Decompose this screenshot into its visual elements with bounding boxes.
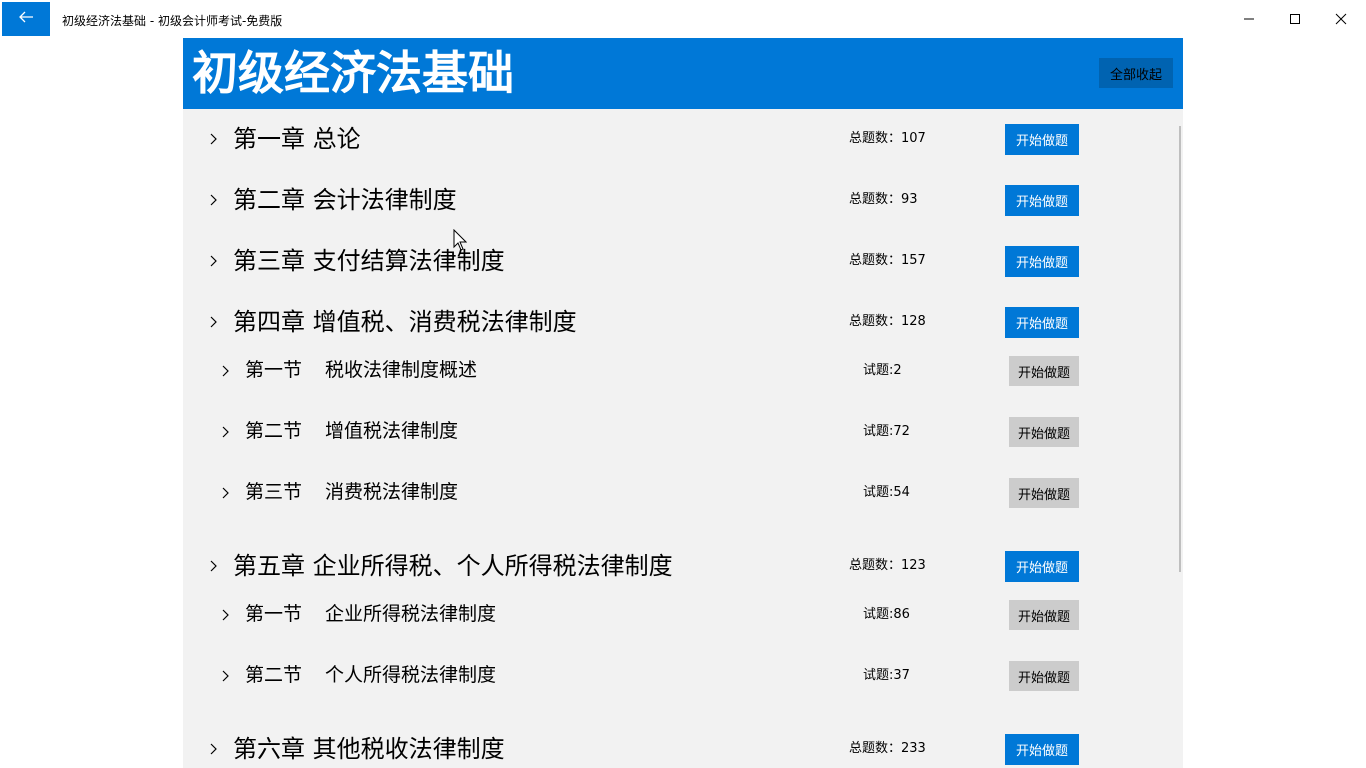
section-question-count: 试题:54 bbox=[863, 485, 910, 500]
chevron-right-icon[interactable] bbox=[209, 253, 221, 267]
chapter-question-count: 总题数：123 bbox=[849, 558, 926, 573]
chevron-right-icon[interactable] bbox=[221, 424, 233, 438]
start-practice-button[interactable]: 开始做题 bbox=[1009, 600, 1079, 630]
start-practice-button[interactable]: 开始做题 bbox=[1009, 417, 1079, 447]
start-practice-button[interactable]: 开始做题 bbox=[1005, 124, 1079, 155]
section-question-count: 试题:2 bbox=[863, 363, 902, 378]
chapter-row[interactable]: 第三章 支付结算法律制度 总题数：157 开始做题 bbox=[183, 242, 1183, 282]
start-practice-button[interactable]: 开始做题 bbox=[1009, 661, 1079, 691]
chapter-row[interactable]: 第五章 企业所得税、个人所得税法律制度 总题数：123 开始做题 bbox=[183, 547, 1183, 587]
chapter-question-count: 总题数：157 bbox=[849, 253, 926, 268]
chevron-right-icon[interactable] bbox=[209, 741, 221, 755]
arrow-left-icon bbox=[18, 9, 34, 29]
chapter-title: 第六章 其他税收法律制度 bbox=[233, 735, 505, 763]
chevron-right-icon[interactable] bbox=[209, 314, 221, 328]
section-row[interactable]: 第一节 税收法律制度概述 试题:2 开始做题 bbox=[183, 352, 1183, 392]
chevron-right-icon[interactable] bbox=[209, 131, 221, 145]
section-question-count: 试题:86 bbox=[863, 607, 910, 622]
section-number: 第一节 bbox=[245, 359, 303, 381]
collapse-all-button[interactable]: 全部收起 bbox=[1099, 58, 1173, 88]
chapter-title: 第五章 企业所得税、个人所得税法律制度 bbox=[233, 552, 673, 580]
section-number: 第一节 bbox=[245, 603, 303, 625]
maximize-button[interactable] bbox=[1272, 0, 1318, 38]
chapter-title: 第四章 增值税、消费税法律制度 bbox=[233, 308, 577, 336]
start-practice-button[interactable]: 开始做题 bbox=[1005, 246, 1079, 277]
chapter-question-count: 总题数：107 bbox=[849, 131, 926, 146]
chapter-row[interactable]: 第二章 会计法律制度 总题数：93 开始做题 bbox=[183, 181, 1183, 221]
chapter-row[interactable]: 第六章 其他税收法律制度 总题数：233 开始做题 bbox=[183, 730, 1183, 768]
chapter-row[interactable]: 第一章 总论 总题数：107 开始做题 bbox=[183, 120, 1183, 160]
section-title: 企业所得税法律制度 bbox=[325, 603, 497, 625]
chapter-title: 第一章 总论 bbox=[233, 125, 361, 153]
start-practice-button[interactable]: 开始做题 bbox=[1005, 551, 1079, 582]
section-title: 个人所得税法律制度 bbox=[325, 664, 497, 686]
chapter-list-panel: 初级经济法基础 全部收起 第一章 总论 总题数：107 开始做题 第二章 会计法… bbox=[183, 38, 1183, 768]
mouse-pointer-icon bbox=[453, 228, 468, 251]
chapter-title: 第二章 会计法律制度 bbox=[233, 186, 457, 214]
chevron-right-icon[interactable] bbox=[209, 558, 221, 572]
chapter-question-count: 总题数：233 bbox=[849, 741, 926, 756]
window-title: 初级经济法基础 - 初级会计师考试-免费版 bbox=[62, 14, 283, 28]
page-title: 初级经济法基础 bbox=[192, 46, 514, 100]
section-title: 增值税法律制度 bbox=[325, 420, 459, 442]
chevron-right-icon[interactable] bbox=[221, 363, 233, 377]
chevron-right-icon[interactable] bbox=[221, 668, 233, 682]
section-row[interactable]: 第三节 消费税法律制度 试题:54 开始做题 bbox=[183, 474, 1183, 514]
section-number: 第二节 bbox=[245, 664, 303, 686]
start-practice-button[interactable]: 开始做题 bbox=[1005, 307, 1079, 338]
close-button[interactable] bbox=[1318, 0, 1364, 38]
chapter-question-count: 总题数：93 bbox=[849, 192, 918, 207]
minimize-icon bbox=[1243, 10, 1255, 29]
section-question-count: 试题:72 bbox=[863, 424, 910, 439]
start-practice-button[interactable]: 开始做题 bbox=[1005, 734, 1079, 765]
chevron-right-icon[interactable] bbox=[221, 607, 233, 621]
chevron-right-icon[interactable] bbox=[209, 192, 221, 206]
close-icon bbox=[1335, 10, 1347, 29]
section-number: 第三节 bbox=[245, 481, 303, 503]
section-question-count: 试题:37 bbox=[863, 668, 910, 683]
start-practice-button[interactable]: 开始做题 bbox=[1009, 478, 1079, 508]
chapter-row[interactable]: 第四章 增值税、消费税法律制度 总题数：128 开始做题 bbox=[183, 303, 1183, 343]
start-practice-button[interactable]: 开始做题 bbox=[1009, 356, 1079, 386]
minimize-button[interactable] bbox=[1226, 0, 1272, 38]
section-number: 第二节 bbox=[245, 420, 303, 442]
page-header: 初级经济法基础 全部收起 bbox=[183, 38, 1183, 109]
chapter-question-count: 总题数：128 bbox=[849, 314, 926, 329]
back-button[interactable] bbox=[2, 2, 50, 36]
title-bar: 初级经济法基础 - 初级会计师考试-免费版 bbox=[0, 0, 1366, 38]
section-title: 消费税法律制度 bbox=[325, 481, 459, 503]
chevron-right-icon[interactable] bbox=[221, 485, 233, 499]
section-title: 税收法律制度概述 bbox=[325, 359, 478, 381]
section-row[interactable]: 第二节 个人所得税法律制度 试题:37 开始做题 bbox=[183, 657, 1183, 697]
section-row[interactable]: 第一节 企业所得税法律制度 试题:86 开始做题 bbox=[183, 596, 1183, 636]
maximize-icon bbox=[1289, 10, 1301, 29]
start-practice-button[interactable]: 开始做题 bbox=[1005, 185, 1079, 216]
section-row[interactable]: 第二节 增值税法律制度 试题:72 开始做题 bbox=[183, 413, 1183, 453]
